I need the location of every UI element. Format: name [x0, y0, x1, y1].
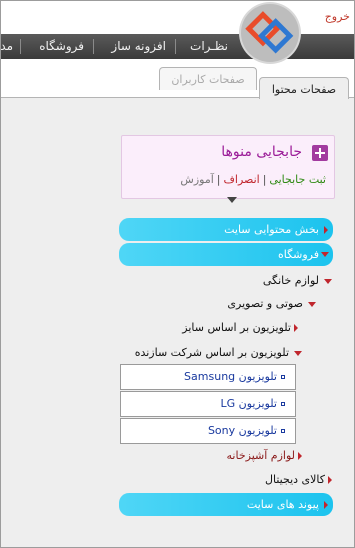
tree-item-audio-video[interactable]: صوتی و تصویری: [227, 296, 316, 312]
bullet-icon: [281, 429, 285, 433]
divider: |: [216, 173, 221, 186]
tree-item-label: لوازم آشپزخانه: [226, 449, 295, 462]
collapse-arrow-icon[interactable]: [321, 252, 329, 257]
menu-separator: [93, 39, 94, 54]
main-menu: نظـرات افزونه ساز فروشگاه مد: [1, 34, 354, 59]
menu-group-label: بخش محتوایی سایت: [224, 223, 319, 236]
tab-user-pages[interactable]: صفحات کاربران: [159, 67, 257, 90]
expand-arrow-icon[interactable]: [328, 476, 332, 484]
menu-group-label: پیوند های سایت: [246, 498, 319, 511]
tab-content-pages[interactable]: صفحات محتوا: [259, 77, 349, 99]
tree-item-label: تلویزیون LG: [220, 397, 278, 410]
expand-arrow-icon[interactable]: [324, 226, 328, 234]
expand-arrow-icon[interactable]: [324, 501, 328, 509]
relocate-actions: ثبت جابجایی|انصراف|آموزش: [180, 173, 326, 186]
menu-group-site-content[interactable]: بخش محتوایی سایت: [119, 218, 333, 241]
tree-item-label: تلویزیون بر اساس سایز: [182, 321, 291, 334]
site-logo[interactable]: [241, 4, 299, 62]
top-header: خروج: [1, 1, 354, 35]
tree-item-label: صوتی و تصویری: [227, 297, 303, 310]
menu-item-plugin-builder[interactable]: افزونه ساز: [105, 34, 172, 59]
menu-separator: [175, 39, 176, 54]
collapse-arrow-icon[interactable]: [308, 301, 316, 307]
menu-group-store[interactable]: فروشگاه: [119, 243, 333, 266]
cancel-link[interactable]: انصراف: [224, 173, 260, 186]
relocate-menus-panel: جابجایی منوها ثبت جابجایی|انصراف|آموزش: [121, 135, 335, 199]
expand-arrow-icon[interactable]: [294, 324, 298, 332]
tree-item-label: تلویزیون بر اساس شرکت سازنده: [134, 346, 289, 359]
bullet-icon: [281, 402, 285, 406]
help-link[interactable]: آموزش: [180, 173, 213, 186]
menu-group-site-links[interactable]: پیوند های سایت: [119, 493, 333, 516]
app-frame: خروج نظـرات افزونه ساز فروشگاه مد صفحات …: [0, 0, 355, 548]
collapse-arrow-icon[interactable]: [294, 350, 302, 356]
relocate-title: جابجایی منوها: [221, 144, 302, 160]
save-relocation-link[interactable]: ثبت جابجایی: [269, 173, 326, 186]
tree-item-label: تلویزیون Sony: [207, 424, 277, 437]
logo-diamond-icon: [245, 11, 294, 54]
tree-item-kitchen[interactable]: لوازم آشپزخانه: [227, 448, 302, 464]
menu-separator: [20, 39, 21, 54]
tree-item-label: لوازم خانگی: [262, 274, 319, 287]
logout-link[interactable]: خروج: [325, 10, 350, 23]
collapse-arrow-icon[interactable]: [324, 278, 332, 284]
bullet-icon: [281, 375, 285, 379]
tree-item-label: تلویزیون Samsung: [184, 370, 277, 383]
tree-item-home-appliances[interactable]: لوازم خانگی: [263, 273, 332, 289]
tree-item-label: کالای دیجیتال: [264, 473, 325, 486]
menu-item-comments[interactable]: نظـرات: [184, 34, 234, 59]
tree-item-tv-sony[interactable]: تلویزیون Sony: [120, 418, 296, 444]
tree-item-tv-samsung[interactable]: تلویزیون Samsung: [120, 364, 296, 390]
menu-item-truncated[interactable]: مد: [1, 34, 19, 59]
caret-down-icon: [227, 197, 237, 203]
tree-item-tv-by-maker[interactable]: تلویزیون بر اساس شرکت سازنده: [135, 345, 302, 361]
tree-item-tv-by-size[interactable]: تلویزیون بر اساس سایز: [182, 320, 298, 336]
tree-item-digital[interactable]: کالای دیجیتال: [265, 472, 332, 488]
menu-item-store[interactable]: فروشگاه: [33, 34, 90, 59]
plus-icon: [312, 145, 328, 161]
menu-group-label: فروشگاه: [277, 248, 319, 261]
tree-item-tv-lg[interactable]: تلویزیون LG: [120, 391, 296, 417]
expand-arrow-icon[interactable]: [298, 452, 302, 460]
divider: |: [262, 173, 267, 186]
